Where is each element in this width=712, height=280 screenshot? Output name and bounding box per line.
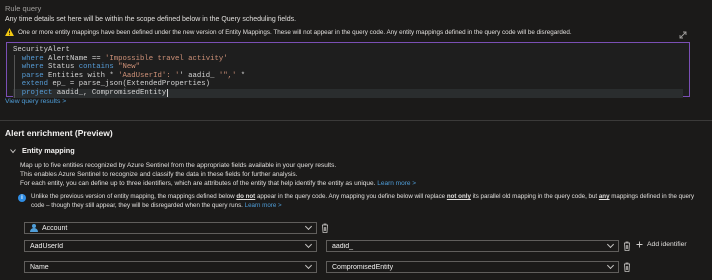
code-token: SecurityAlert bbox=[13, 46, 70, 54]
code-token: ep_ = parse_json(ExtendedProperties) bbox=[52, 80, 211, 89]
learn-more-link[interactable]: Learn more > bbox=[377, 180, 416, 187]
code-token: * bbox=[236, 71, 246, 80]
entity-mapping-info: i Unlike the previous version of entity … bbox=[18, 193, 708, 212]
trash-icon[interactable] bbox=[321, 223, 329, 233]
entity-type-value: Account bbox=[42, 224, 68, 232]
add-identifier-label: Add identifier bbox=[647, 241, 687, 248]
chevron-down-icon bbox=[304, 240, 313, 249]
code-line: extend ep_ = parse_json(ExtendedProperti… bbox=[13, 80, 683, 89]
identifier-dropdown[interactable]: Name bbox=[24, 261, 317, 273]
chevron-down-icon bbox=[10, 148, 16, 153]
query-editor[interactable]: SecurityAlert where AlertName == 'Imposs… bbox=[6, 42, 690, 98]
code-token: ' aadid_ bbox=[179, 71, 219, 80]
column-dropdown[interactable]: CompromisedEntity bbox=[326, 261, 619, 273]
code-line: where AlertName == 'Impossible travel ac… bbox=[13, 54, 683, 64]
code-token: 'Impossible travel activity' bbox=[104, 54, 228, 63]
code-token: Status bbox=[48, 63, 79, 72]
info-icon: i bbox=[18, 194, 26, 202]
info-text: Unlike the previous version of entity ma… bbox=[31, 193, 706, 210]
column-dropdown[interactable]: aadid_ bbox=[326, 240, 619, 252]
trash-icon[interactable] bbox=[623, 262, 631, 272]
code-token: "New" bbox=[118, 63, 141, 72]
add-identifier-button[interactable]: Add identifier bbox=[636, 241, 687, 248]
plus-icon bbox=[636, 241, 643, 248]
code-token: '",' bbox=[218, 71, 237, 80]
identifier-value: AadUserId bbox=[30, 242, 64, 250]
info-learn-more-link[interactable]: Learn more > bbox=[245, 202, 282, 209]
code-line: project aadid_, CompromisedEntity bbox=[13, 88, 683, 98]
warning-icon bbox=[5, 28, 14, 36]
code-token: contains bbox=[78, 63, 119, 72]
code-token: aadid_, CompromisedEntity bbox=[56, 88, 167, 97]
column-value: CompromisedEntity bbox=[332, 263, 394, 271]
chevron-down-icon bbox=[304, 261, 313, 270]
description-line-3: For each entity, you can define up to th… bbox=[20, 179, 416, 188]
chevron-down-icon bbox=[606, 261, 615, 270]
info-text-part-1: Unlike the previous version of entity ma… bbox=[31, 193, 237, 200]
code-line: parse Entities with * 'AadUserId': '' aa… bbox=[13, 71, 683, 81]
entity-mapping-label: Entity mapping bbox=[22, 146, 75, 155]
description-line-2: This enables Azure Sentinel to recognize… bbox=[20, 171, 298, 178]
expand-icon[interactable] bbox=[679, 31, 687, 39]
entity-mapping-description: Map up to five entities recognized by Az… bbox=[20, 161, 416, 188]
code-token: where bbox=[21, 54, 49, 63]
info-text-line-2: code – though they still appear, they wi… bbox=[31, 201, 243, 209]
description-line-3-text: For each entity, you can define up to th… bbox=[20, 180, 376, 187]
code-line: SecurityAlert bbox=[13, 46, 683, 55]
code-token: Entities with * bbox=[48, 71, 119, 80]
chevron-down-icon bbox=[304, 222, 313, 231]
trash-icon[interactable] bbox=[623, 241, 631, 251]
rule-query-title: Rule query bbox=[5, 4, 42, 13]
rule-query-description: Any time details set here will be within… bbox=[5, 16, 297, 23]
info-text-part-2: appear in the query code. Any mapping yo… bbox=[255, 193, 447, 200]
entity-mapping-toggle[interactable]: Entity mapping bbox=[10, 146, 75, 155]
text-cursor bbox=[167, 88, 169, 97]
identifier-dropdown[interactable]: AadUserId bbox=[24, 240, 317, 252]
entity-mapping-warning: One or more entity mappings have been de… bbox=[5, 28, 572, 36]
person-icon bbox=[30, 224, 38, 232]
code-token: project bbox=[21, 88, 57, 97]
alert-enrichment-title: Alert enrichment (Preview) bbox=[5, 128, 113, 138]
code-token: parse bbox=[21, 71, 49, 80]
view-query-results-link[interactable]: View query results > bbox=[5, 98, 66, 105]
identifier-value: Name bbox=[30, 263, 49, 271]
code-line: where Status contains "New" bbox=[13, 63, 683, 72]
code-token: AlertName == bbox=[48, 54, 105, 63]
code-token: 'AadUserId': ' bbox=[118, 71, 180, 80]
entity-type-dropdown[interactable]: Account bbox=[24, 222, 317, 234]
info-text-part-3: its parallel old mapping in the query co… bbox=[470, 193, 599, 200]
info-text-part-4: mappings defined in the query bbox=[609, 193, 695, 200]
warning-text: One or more entity mappings have been de… bbox=[18, 28, 572, 36]
column-value: aadid_ bbox=[332, 242, 354, 250]
chevron-down-icon bbox=[606, 240, 615, 249]
info-bold-not-only: not only bbox=[446, 193, 471, 200]
section-divider bbox=[0, 120, 712, 121]
info-bold-do-not: do not bbox=[236, 193, 256, 200]
description-line-1: Map up to five entities recognized by Az… bbox=[20, 162, 337, 169]
code-token: where bbox=[21, 63, 49, 72]
info-bold-any: any bbox=[598, 193, 610, 200]
code-token: extend bbox=[21, 80, 53, 89]
